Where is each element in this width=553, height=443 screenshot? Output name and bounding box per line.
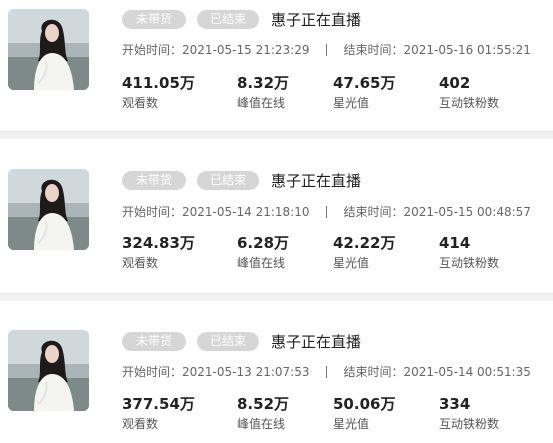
portrait-image bbox=[8, 169, 89, 250]
stat-label: 观看数 bbox=[122, 96, 159, 110]
stat-peak-online: 8.32万 峰值在线 bbox=[237, 73, 333, 111]
live-session-list: 未带货 已结束 惠子正在直播 开始时间： 2021-05-15 21:23:29… bbox=[0, 0, 553, 443]
portrait-image bbox=[8, 330, 89, 411]
stat-label: 互动铁粉数 bbox=[439, 417, 500, 431]
stat-value: 402 bbox=[439, 74, 471, 92]
stat-label: 星光值 bbox=[333, 256, 370, 270]
live-title[interactable]: 惠子正在直播 bbox=[271, 9, 361, 30]
end-time-value: 2021-05-15 00:48:57 bbox=[403, 204, 531, 219]
live-session-card[interactable]: 未带货 已结束 惠子正在直播 开始时间： 2021-05-13 21:07:53… bbox=[0, 301, 553, 443]
stat-value: 8.52万 bbox=[237, 395, 290, 413]
stat-label: 星光值 bbox=[333, 96, 370, 110]
start-time-value: 2021-05-14 21:18:10 bbox=[182, 204, 310, 219]
stat-label: 峰值在线 bbox=[237, 96, 286, 110]
tag-row: 未带货 已结束 惠子正在直播 bbox=[122, 9, 361, 30]
stat-peak-online: 8.52万 峰值在线 bbox=[237, 394, 333, 432]
no-goods-tag: 未带货 bbox=[122, 10, 187, 29]
end-time-label: 结束时间： bbox=[343, 205, 404, 219]
stat-value: 324.83万 bbox=[122, 234, 195, 252]
time-separator bbox=[326, 43, 328, 56]
stat-label: 互动铁粉数 bbox=[439, 256, 500, 270]
stats-row: 411.05万 观看数 8.32万 峰值在线 47.65万 星光值 402 互动… bbox=[122, 73, 539, 111]
stat-value: 42.22万 bbox=[333, 234, 396, 252]
live-cover-thumbnail[interactable] bbox=[8, 330, 89, 411]
ended-tag: 已结束 bbox=[197, 332, 260, 351]
stat-label: 观看数 bbox=[122, 256, 159, 270]
stat-value: 6.28万 bbox=[237, 234, 290, 252]
start-time-value: 2021-05-13 21:07:53 bbox=[182, 364, 310, 379]
portrait-image bbox=[8, 9, 89, 90]
stat-value: 47.65万 bbox=[333, 74, 396, 92]
time-separator bbox=[326, 365, 328, 378]
stat-label: 峰值在线 bbox=[237, 417, 286, 431]
stat-value: 8.32万 bbox=[237, 74, 290, 92]
live-cover-thumbnail[interactable] bbox=[8, 169, 89, 250]
start-time-value: 2021-05-15 21:23:29 bbox=[182, 42, 310, 57]
end-time-value: 2021-05-14 00:51:35 bbox=[403, 364, 531, 379]
start-time-label: 开始时间： bbox=[122, 365, 183, 379]
ended-tag: 已结束 bbox=[197, 10, 260, 29]
time-row: 开始时间： 2021-05-13 21:07:53 结束时间： 2021-05-… bbox=[122, 363, 531, 380]
live-session-card[interactable]: 未带货 已结束 惠子正在直播 开始时间： 2021-05-14 21:18:10… bbox=[0, 139, 553, 301]
no-goods-tag: 未带货 bbox=[122, 171, 187, 190]
stat-label: 互动铁粉数 bbox=[439, 96, 500, 110]
live-session-card[interactable]: 未带货 已结束 惠子正在直播 开始时间： 2021-05-15 21:23:29… bbox=[0, 0, 553, 131]
card-divider bbox=[0, 293, 553, 301]
stat-starlight: 42.22万 星光值 bbox=[333, 233, 439, 271]
no-goods-tag: 未带货 bbox=[122, 332, 187, 351]
stat-iron-fans: 414 互动铁粉数 bbox=[439, 233, 539, 271]
ended-tag: 已结束 bbox=[197, 171, 260, 190]
live-title[interactable]: 惠子正在直播 bbox=[271, 331, 361, 352]
end-time-value: 2021-05-16 01:55:21 bbox=[403, 42, 531, 57]
stat-label: 峰值在线 bbox=[237, 256, 286, 270]
stat-starlight: 50.06万 星光值 bbox=[333, 394, 439, 432]
time-row: 开始时间： 2021-05-15 21:23:29 结束时间： 2021-05-… bbox=[122, 41, 531, 58]
stat-views: 377.54万 观看数 bbox=[122, 394, 237, 432]
stat-iron-fans: 402 互动铁粉数 bbox=[439, 73, 539, 111]
card-divider bbox=[0, 131, 553, 139]
stat-iron-fans: 334 互动铁粉数 bbox=[439, 394, 539, 432]
live-cover-thumbnail[interactable] bbox=[8, 9, 89, 90]
time-row: 开始时间： 2021-05-14 21:18:10 结束时间： 2021-05-… bbox=[122, 203, 531, 220]
stat-peak-online: 6.28万 峰值在线 bbox=[237, 233, 333, 271]
stat-value: 50.06万 bbox=[333, 395, 396, 413]
end-time-label: 结束时间： bbox=[343, 43, 404, 57]
stats-row: 324.83万 观看数 6.28万 峰值在线 42.22万 星光值 414 互动… bbox=[122, 233, 539, 271]
stat-views: 411.05万 观看数 bbox=[122, 73, 237, 111]
stat-value: 334 bbox=[439, 395, 471, 413]
stat-label: 观看数 bbox=[122, 417, 159, 431]
start-time-label: 开始时间： bbox=[122, 205, 183, 219]
stat-value: 377.54万 bbox=[122, 395, 195, 413]
time-separator bbox=[326, 205, 328, 218]
stat-value: 414 bbox=[439, 234, 471, 252]
start-time-label: 开始时间： bbox=[122, 43, 183, 57]
stat-views: 324.83万 观看数 bbox=[122, 233, 237, 271]
stat-value: 411.05万 bbox=[122, 74, 195, 92]
stat-label: 星光值 bbox=[333, 417, 370, 431]
stat-starlight: 47.65万 星光值 bbox=[333, 73, 439, 111]
end-time-label: 结束时间： bbox=[343, 365, 404, 379]
tag-row: 未带货 已结束 惠子正在直播 bbox=[122, 331, 361, 352]
tag-row: 未带货 已结束 惠子正在直播 bbox=[122, 170, 361, 191]
live-title[interactable]: 惠子正在直播 bbox=[271, 170, 361, 191]
stats-row: 377.54万 观看数 8.52万 峰值在线 50.06万 星光值 334 互动… bbox=[122, 394, 539, 432]
